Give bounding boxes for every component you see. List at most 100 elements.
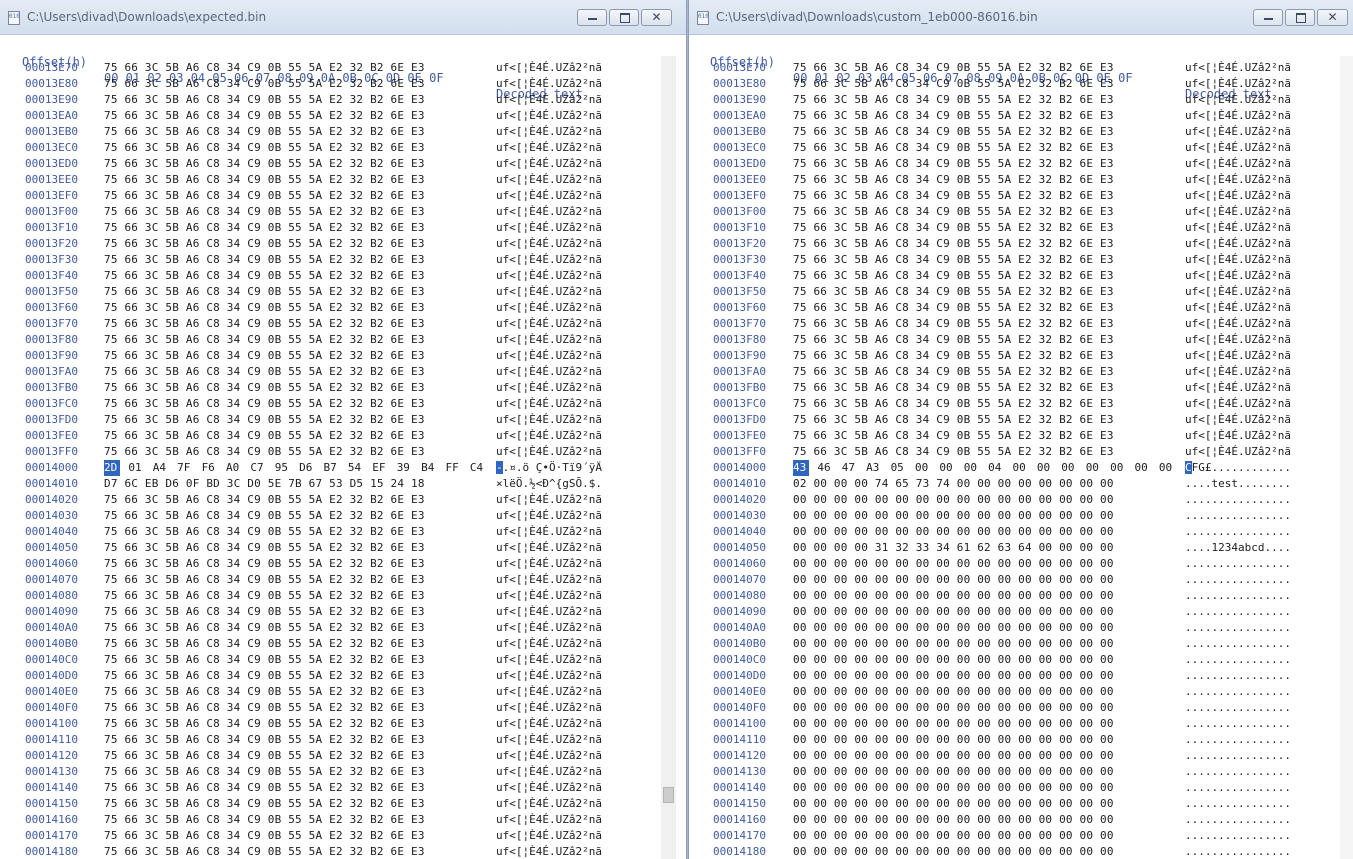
row-hex-bytes[interactable]: 75 66 3C 5B A6 C8 34 C9 0B 55 5A E2 32 B…: [793, 252, 1114, 268]
row-decoded-text[interactable]: ................: [1185, 700, 1291, 716]
row-decoded-text[interactable]: uf<[¦È4É.UZâ2²nã: [496, 540, 602, 556]
row-hex-bytes[interactable]: 75 66 3C 5B A6 C8 34 C9 0B 55 5A E2 32 B…: [104, 236, 425, 252]
row-decoded-text[interactable]: uf<[¦È4É.UZâ2²nã: [1185, 428, 1291, 444]
row-decoded-text[interactable]: uf<[¦È4É.UZâ2²nã: [496, 188, 602, 204]
row-hex-bytes[interactable]: 75 66 3C 5B A6 C8 34 C9 0B 55 5A E2 32 B…: [104, 508, 425, 524]
hex-row[interactable]: 00013FA0 75 66 3C 5B A6 C8 34 C9 0B 55 5A…: [0, 364, 686, 380]
maximize-button[interactable]: [609, 9, 639, 26]
row-decoded-text[interactable]: uf<[¦È4É.UZâ2²nã: [1185, 220, 1291, 236]
row-decoded-text[interactable]: ................: [1185, 668, 1291, 684]
row-hex-bytes[interactable]: 75 66 3C 5B A6 C8 34 C9 0B 55 5A E2 32 B…: [793, 60, 1114, 76]
row-decoded-text[interactable]: uf<[¦È4É.UZâ2²nã: [1185, 204, 1291, 220]
hex-row[interactable]: 00014150 00 00 00 00 00 00 00 00 00 00 00…: [689, 796, 1353, 812]
hex-row[interactable]: 000140B0 75 66 3C 5B A6 C8 34 C9 0B 55 5A…: [0, 636, 686, 652]
row-decoded-text[interactable]: uf<[¦È4É.UZâ2²nã: [1185, 348, 1291, 364]
row-hex-bytes[interactable]: 00 00 00 00 00 00 00 00 00 00 00 00 00 0…: [793, 716, 1114, 732]
hex-row[interactable]: 00013F10 75 66 3C 5B A6 C8 34 C9 0B 55 5A…: [689, 220, 1353, 236]
hex-row[interactable]: 00014150 75 66 3C 5B A6 C8 34 C9 0B 55 5A…: [0, 796, 686, 812]
row-decoded-text[interactable]: uf<[¦È4É.UZâ2²nã: [496, 668, 602, 684]
row-decoded-text[interactable]: ................: [1185, 732, 1291, 748]
row-decoded-text[interactable]: uf<[¦È4É.UZâ2²nã: [496, 140, 602, 156]
hex-row[interactable]: 00014070 00 00 00 00 00 00 00 00 00 00 00…: [689, 572, 1353, 588]
hex-row[interactable]: 00013EF0 75 66 3C 5B A6 C8 34 C9 0B 55 5A…: [0, 188, 686, 204]
scroll-thumb[interactable]: [663, 787, 674, 803]
hex-row[interactable]: 000140F0 75 66 3C 5B A6 C8 34 C9 0B 55 5A…: [0, 700, 686, 716]
hex-byte[interactable]: B7: [324, 460, 348, 476]
row-hex-bytes[interactable]: 75 66 3C 5B A6 C8 34 C9 0B 55 5A E2 32 B…: [104, 812, 425, 828]
row-decoded-text[interactable]: uf<[¦È4É.UZâ2²nã: [496, 812, 602, 828]
row-decoded-text[interactable]: ................: [1185, 748, 1291, 764]
row-hex-bytes[interactable]: 75 66 3C 5B A6 C8 34 C9 0B 55 5A E2 32 B…: [793, 348, 1114, 364]
hex-row[interactable]: 00014020 75 66 3C 5B A6 C8 34 C9 0B 55 5A…: [0, 492, 686, 508]
hex-row[interactable]: 00014010 02 00 00 00 74 65 73 74 00 00 00…: [689, 476, 1353, 492]
row-hex-bytes[interactable]: 75 66 3C 5B A6 C8 34 C9 0B 55 5A E2 32 B…: [104, 172, 425, 188]
minimize-button[interactable]: [577, 9, 607, 26]
row-hex-bytes[interactable]: 00 00 00 00 00 00 00 00 00 00 00 00 00 0…: [793, 828, 1114, 844]
row-hex-bytes[interactable]: D7 6C EB D6 0F BD 3C D0 5E 7B 67 53 D5 1…: [104, 476, 425, 492]
row-decoded-text[interactable]: uf<[¦È4É.UZâ2²nã: [496, 844, 602, 859]
row-hex-bytes[interactable]: 75 66 3C 5B A6 C8 34 C9 0B 55 5A E2 32 B…: [104, 668, 425, 684]
row-decoded-text[interactable]: uf<[¦È4É.UZâ2²nã: [496, 268, 602, 284]
row-hex-bytes[interactable]: 75 66 3C 5B A6 C8 34 C9 0B 55 5A E2 32 B…: [104, 140, 425, 156]
row-hex-bytes[interactable]: 75 66 3C 5B A6 C8 34 C9 0B 55 5A E2 32 B…: [793, 412, 1114, 428]
hex-row[interactable]: 00014030 00 00 00 00 00 00 00 00 00 00 00…: [689, 508, 1353, 524]
hex-byte[interactable]: 7F: [177, 460, 201, 476]
row-hex-bytes[interactable]: 75 66 3C 5B A6 C8 34 C9 0B 55 5A E2 32 B…: [104, 396, 425, 412]
row-hex-bytes[interactable]: 75 66 3C 5B A6 C8 34 C9 0B 55 5A E2 32 B…: [104, 428, 425, 444]
hex-row[interactable]: 00014060 75 66 3C 5B A6 C8 34 C9 0B 55 5A…: [0, 556, 686, 572]
hex-row[interactable]: 00013F30 75 66 3C 5B A6 C8 34 C9 0B 55 5A…: [0, 252, 686, 268]
row-hex-bytes[interactable]: 75 66 3C 5B A6 C8 34 C9 0B 55 5A E2 32 B…: [104, 492, 425, 508]
hex-byte[interactable]: C4: [470, 460, 494, 476]
row-decoded-text[interactable]: uf<[¦È4É.UZâ2²nã: [496, 796, 602, 812]
row-decoded-text[interactable]: ....test........: [1185, 476, 1291, 492]
row-hex-bytes[interactable]: 75 66 3C 5B A6 C8 34 C9 0B 55 5A E2 32 B…: [104, 348, 425, 364]
row-hex-bytes[interactable]: 00 00 00 00 00 00 00 00 00 00 00 00 00 0…: [793, 636, 1114, 652]
row-decoded-text[interactable]: uf<[¦È4É.UZâ2²nã: [496, 524, 602, 540]
hex-byte[interactable]: 00: [1086, 460, 1110, 476]
row-hex-bytes[interactable]: 00 00 00 00 00 00 00 00 00 00 00 00 00 0…: [793, 700, 1114, 716]
hex-row[interactable]: 00013E70 75 66 3C 5B A6 C8 34 C9 0B 55 5A…: [0, 60, 686, 76]
row-decoded-text[interactable]: uf<[¦È4É.UZâ2²nã: [1185, 92, 1291, 108]
cursor-byte[interactable]: 43: [793, 460, 809, 476]
row-decoded-text[interactable]: uf<[¦È4É.UZâ2²nã: [496, 444, 602, 460]
hex-row[interactable]: 00014160 00 00 00 00 00 00 00 00 00 00 00…: [689, 812, 1353, 828]
hex-byte[interactable]: 00: [1037, 460, 1061, 476]
row-hex-bytes[interactable]: 75 66 3C 5B A6 C8 34 C9 0B 55 5A E2 32 B…: [793, 396, 1114, 412]
hex-row[interactable]: 00014090 75 66 3C 5B A6 C8 34 C9 0B 55 5A…: [0, 604, 686, 620]
hex-byte[interactable]: A0: [226, 460, 250, 476]
title-bar[interactable]: 010 C:\Users\divad\Downloads\expected.bi…: [0, 0, 686, 35]
row-hex-bytes[interactable]: 00 00 00 00 00 00 00 00 00 00 00 00 00 0…: [793, 748, 1114, 764]
hex-row[interactable]: 000140A0 75 66 3C 5B A6 C8 34 C9 0B 55 5A…: [0, 620, 686, 636]
hex-row[interactable]: 00013E80 75 66 3C 5B A6 C8 34 C9 0B 55 5A…: [0, 76, 686, 92]
row-hex-bytes[interactable]: 00 00 00 00 00 00 00 00 00 00 00 00 00 0…: [793, 732, 1114, 748]
row-hex-bytes[interactable]: 75 66 3C 5B A6 C8 34 C9 0B 55 5A E2 32 B…: [104, 604, 425, 620]
row-decoded-text[interactable]: ................: [1185, 684, 1291, 700]
hex-row[interactable]: 000140E0 75 66 3C 5B A6 C8 34 C9 0B 55 5A…: [0, 684, 686, 700]
hex-byte[interactable]: 04: [988, 460, 1012, 476]
hex-row[interactable]: 00014020 00 00 00 00 00 00 00 00 00 00 00…: [689, 492, 1353, 508]
row-hex-bytes[interactable]: 75 66 3C 5B A6 C8 34 C9 0B 55 5A E2 32 B…: [104, 300, 425, 316]
title-bar[interactable]: 010 C:\Users\divad\Downloads\custom_1eb0…: [689, 0, 1353, 35]
row-hex-bytes[interactable]: 75 66 3C 5B A6 C8 34 C9 0B 55 5A E2 32 B…: [104, 748, 425, 764]
row-hex-bytes[interactable]: 75 66 3C 5B A6 C8 34 C9 0B 55 5A E2 32 B…: [104, 220, 425, 236]
hex-row[interactable]: 00014180 00 00 00 00 00 00 00 00 00 00 00…: [689, 844, 1353, 859]
hex-row[interactable]: 00014050 00 00 00 00 31 32 33 34 61 62 63…: [689, 540, 1353, 556]
row-decoded-text[interactable]: ................: [1185, 812, 1291, 828]
hex-row[interactable]: 00013FB0 75 66 3C 5B A6 C8 34 C9 0B 55 5A…: [0, 380, 686, 396]
vertical-scrollbar[interactable]: [1340, 56, 1353, 859]
row-hex-bytes[interactable]: 75 66 3C 5B A6 C8 34 C9 0B 55 5A E2 32 B…: [104, 380, 425, 396]
row-hex-bytes[interactable]: 00 00 00 00 00 00 00 00 00 00 00 00 00 0…: [793, 492, 1114, 508]
row-hex-bytes[interactable]: 75 66 3C 5B A6 C8 34 C9 0B 55 5A E2 32 B…: [104, 268, 425, 284]
row-hex-bytes[interactable]: 75 66 3C 5B A6 C8 34 C9 0B 55 5A E2 32 B…: [793, 236, 1114, 252]
hex-row[interactable]: 00014140 00 00 00 00 00 00 00 00 00 00 00…: [689, 780, 1353, 796]
row-decoded-text[interactable]: uf<[¦È4É.UZâ2²nã: [496, 380, 602, 396]
hex-row[interactable]: 00013EB0 75 66 3C 5B A6 C8 34 C9 0B 55 5A…: [0, 124, 686, 140]
row-hex-bytes[interactable]: 00 00 00 00 00 00 00 00 00 00 00 00 00 0…: [793, 524, 1114, 540]
hex-row[interactable]: 00013FC0 75 66 3C 5B A6 C8 34 C9 0B 55 5A…: [0, 396, 686, 412]
row-decoded-text[interactable]: uf<[¦È4É.UZâ2²nã: [1185, 108, 1291, 124]
hex-byte[interactable]: D6: [299, 460, 323, 476]
row-hex-bytes[interactable]: 75 66 3C 5B A6 C8 34 C9 0B 55 5A E2 32 B…: [104, 652, 425, 668]
row-decoded-text[interactable]: ................: [1185, 652, 1291, 668]
hex-row[interactable]: 000140F0 00 00 00 00 00 00 00 00 00 00 00…: [689, 700, 1353, 716]
row-decoded-text[interactable]: uf<[¦È4É.UZâ2²nã: [496, 732, 602, 748]
